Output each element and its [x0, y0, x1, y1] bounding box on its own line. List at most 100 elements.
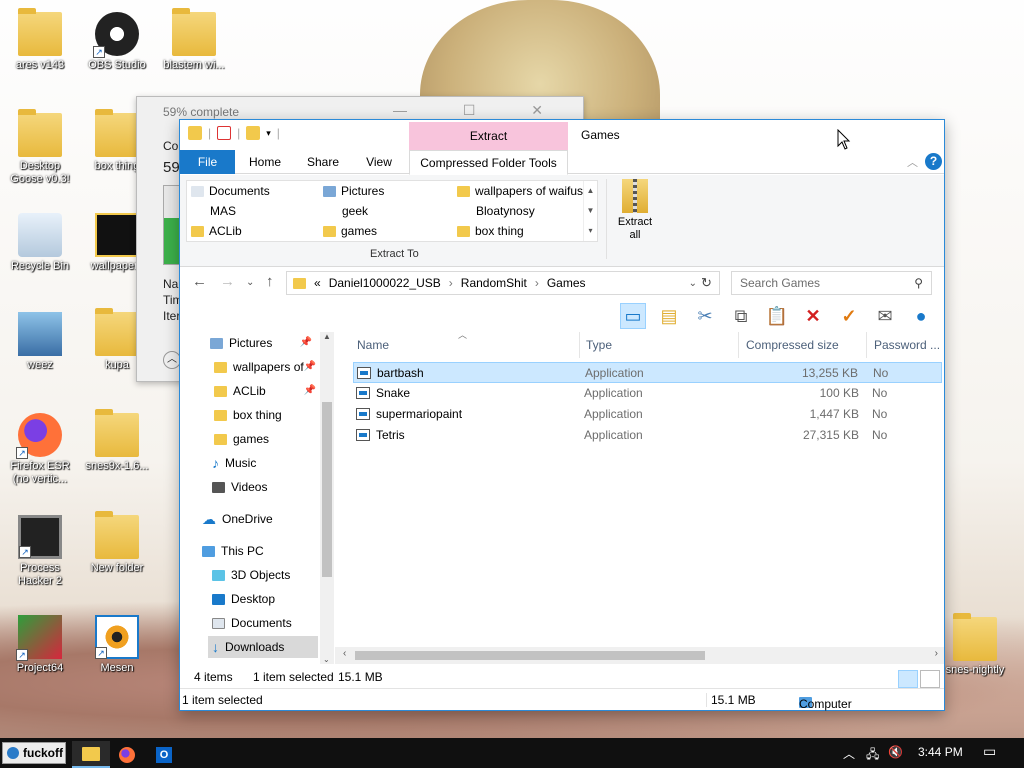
- desktop-icon-project64[interactable]: ↗ Project64: [3, 615, 77, 675]
- nav-item-downloads[interactable]: ↓ Downloads: [208, 636, 318, 658]
- scroll-up-icon[interactable]: ▲: [323, 332, 331, 341]
- desktop-icon-desktop-goose[interactable]: Desktop Goose v0.3!: [3, 109, 77, 186]
- properties-icon[interactable]: [217, 126, 232, 140]
- file-row-bartbash[interactable]: bartbash Application 13,255 KB No: [353, 362, 942, 383]
- breadcrumb-games[interactable]: Games: [547, 276, 586, 290]
- help-icon[interactable]: ?: [925, 153, 942, 170]
- breadcrumb-usb[interactable]: Daniel1000022_USB: [329, 276, 441, 290]
- nav-item-3d-objects[interactable]: 3D Objects: [212, 564, 290, 586]
- nav-item-videos[interactable]: Videos: [212, 476, 267, 498]
- email-icon[interactable]: ✉: [872, 303, 898, 329]
- gallery-item-aclib[interactable]: ACLib: [191, 221, 242, 241]
- nav-item-pictures[interactable]: Pictures 📌: [210, 332, 320, 354]
- column-type[interactable]: Type: [586, 338, 612, 352]
- scroll-left-icon[interactable]: ‹: [343, 648, 346, 659]
- extract-context-tab[interactable]: Extract: [409, 122, 568, 152]
- nav-item-onedrive[interactable]: ☁ OneDrive: [202, 508, 273, 530]
- column-compressed-size[interactable]: Compressed size: [746, 338, 839, 352]
- volume-muted-icon[interactable]: 🔇: [888, 745, 903, 759]
- nav-item-this-pc[interactable]: This PC: [202, 540, 264, 562]
- nav-item-desktop[interactable]: Desktop: [212, 588, 275, 610]
- new-folder-icon[interactable]: [246, 126, 261, 140]
- recent-locations-icon[interactable]: ⌄: [246, 277, 254, 288]
- desktop-icon-obs[interactable]: ↗ OBS Studio: [80, 12, 154, 72]
- desktop-icon-recycle-bin[interactable]: Recycle Bin: [3, 213, 77, 273]
- desktop-icon-weez[interactable]: weez: [3, 312, 77, 372]
- taskbar-outlook[interactable]: O: [145, 741, 183, 768]
- desktop-icon-process-hacker[interactable]: ↗ Process Hacker 2: [3, 515, 77, 588]
- progress-window-controls[interactable]: — ☐ ✕: [393, 102, 569, 119]
- gallery-item-geek[interactable]: geek: [342, 201, 368, 221]
- nav-item-wallpapers[interactable]: wallpapers of 📌: [214, 356, 320, 378]
- back-arrow-icon[interactable]: ←: [192, 273, 207, 290]
- layout-icon[interactable]: ▤: [656, 303, 682, 329]
- file-row-supermariopaint[interactable]: supermariopaint Application 1,447 KB No: [353, 404, 942, 425]
- copy-icon[interactable]: ⧉: [728, 303, 754, 329]
- desktop-icon-snes9x[interactable]: snes9x-1.6...: [80, 409, 154, 473]
- action-center-icon[interactable]: ▭: [983, 743, 996, 760]
- file-row-tetris[interactable]: Tetris Application 27,315 KB No: [353, 425, 942, 446]
- gallery-item-pictures[interactable]: Pictures: [323, 181, 384, 201]
- taskbar-firefox[interactable]: [108, 741, 146, 768]
- gallery-item-mas[interactable]: MAS: [210, 201, 236, 221]
- scroll-right-icon[interactable]: ›: [935, 648, 938, 659]
- gallery-item-wallpapers[interactable]: wallpapers of waifus: [457, 181, 583, 201]
- gallery-scroll[interactable]: ▲ ▼ ▾: [583, 181, 597, 241]
- paste-icon[interactable]: 📋: [764, 303, 790, 329]
- file-list-horizontal-scrollbar[interactable]: ‹ ›: [335, 647, 944, 664]
- qat-dropdown-icon[interactable]: ▾: [266, 128, 271, 139]
- refresh-icon[interactable]: ↻: [701, 275, 712, 291]
- show-hidden-icons-icon[interactable]: ︿: [843, 745, 855, 762]
- nav-item-documents[interactable]: Documents: [212, 612, 292, 634]
- start-button[interactable]: fuckoff: [2, 742, 66, 764]
- large-icons-view-icon[interactable]: [920, 670, 940, 688]
- forward-arrow-icon[interactable]: →: [220, 273, 235, 290]
- file-row-snake[interactable]: Snake Application 100 KB No: [353, 383, 942, 404]
- breadcrumb-overflow[interactable]: «: [314, 276, 321, 290]
- gallery-item-box-thing[interactable]: box thing: [457, 221, 524, 241]
- details-selection: 1 item selected: [182, 693, 263, 707]
- folder-icon: [323, 225, 336, 237]
- desktop-icon-blastem[interactable]: blastem wi...: [157, 8, 231, 72]
- onedrive-icon: ☁: [202, 511, 216, 527]
- tab-compressed-folder-tools[interactable]: Compressed Folder Tools: [409, 150, 568, 175]
- nav-item-music[interactable]: ♪ Music: [212, 452, 256, 474]
- delete-icon[interactable]: ✕: [800, 303, 826, 329]
- globe-icon[interactable]: ●: [908, 303, 934, 329]
- nav-item-games[interactable]: games: [214, 428, 269, 450]
- column-name[interactable]: Name: [357, 338, 389, 352]
- address-dropdown-icon[interactable]: ⌄: [689, 278, 697, 289]
- address-bar[interactable]: « Daniel1000022_USB › RandomShit › Games ⌄: [286, 271, 720, 295]
- cut-icon[interactable]: ✂: [692, 303, 718, 329]
- gallery-item-bloatynosy[interactable]: Bloatynosy: [476, 201, 535, 221]
- tab-share[interactable]: Share: [298, 150, 348, 174]
- up-arrow-icon[interactable]: ↑: [266, 273, 274, 290]
- gallery-item-games[interactable]: games: [323, 221, 377, 241]
- network-icon[interactable]: 🖧: [866, 745, 879, 766]
- desktop-icon-mesen[interactable]: ↗ Mesen: [80, 615, 154, 675]
- project64-icon: ↗: [16, 615, 62, 661]
- nav-item-box-thing[interactable]: box thing: [214, 404, 282, 426]
- taskbar-file-explorer[interactable]: [72, 741, 110, 768]
- details-view-icon[interactable]: [898, 670, 918, 688]
- scroll-down-icon[interactable]: ⌄: [323, 655, 330, 664]
- search-input[interactable]: Search Games ⚲: [731, 271, 932, 295]
- desktop-icon-ares[interactable]: ares v143: [3, 8, 77, 72]
- desktop-icon-firefox-esr[interactable]: ↗ Firefox ESR (no vertic...: [3, 413, 77, 486]
- rename-check-icon[interactable]: ✓: [836, 303, 862, 329]
- column-password[interactable]: Password ...: [874, 338, 940, 352]
- collapse-ribbon-icon[interactable]: ︿: [907, 154, 918, 170]
- nav-item-aclib[interactable]: ACLib 📌: [214, 380, 320, 402]
- firefox-icon: ↗: [16, 413, 62, 459]
- breadcrumb-randomshit[interactable]: RandomShit: [461, 276, 527, 290]
- tab-file[interactable]: File: [180, 150, 235, 174]
- nav-pane-scrollbar[interactable]: ▲ ⌄: [320, 332, 334, 664]
- tab-home[interactable]: Home: [240, 150, 290, 174]
- desktop-icon-new-folder[interactable]: New folder: [80, 511, 154, 575]
- desktop-icon-snes-nightly[interactable]: snes-nightly: [938, 613, 1012, 677]
- tab-view[interactable]: View: [354, 150, 404, 174]
- preview-pane-icon[interactable]: ▭: [620, 303, 646, 329]
- gallery-item-documents[interactable]: Documents: [191, 181, 270, 201]
- clock[interactable]: 3:44 PM: [918, 745, 963, 759]
- extract-all-button[interactable]: Extract all: [614, 179, 656, 242]
